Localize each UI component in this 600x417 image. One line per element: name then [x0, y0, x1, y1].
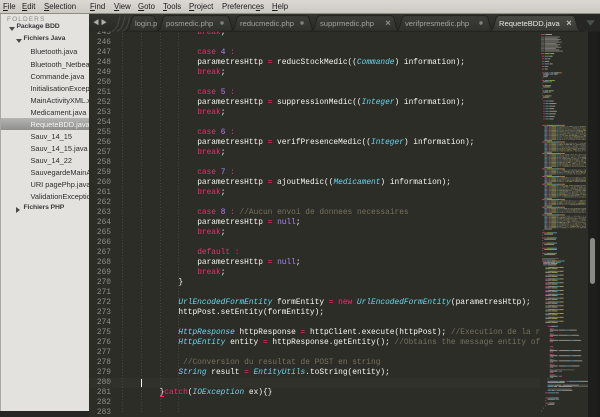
svg-text:verifpresmedic.php: verifpresmedic.php [405, 19, 469, 28]
svg-text:reducmedic.php: reducmedic.php [240, 19, 294, 28]
svg-text:login.p: login.p [135, 19, 157, 28]
svg-text:supprmedic.php: supprmedic.php [320, 19, 374, 28]
svg-text:posmedic.php: posmedic.php [166, 19, 213, 28]
svg-text:RequeteBDD.java: RequeteBDD.java [499, 19, 561, 28]
